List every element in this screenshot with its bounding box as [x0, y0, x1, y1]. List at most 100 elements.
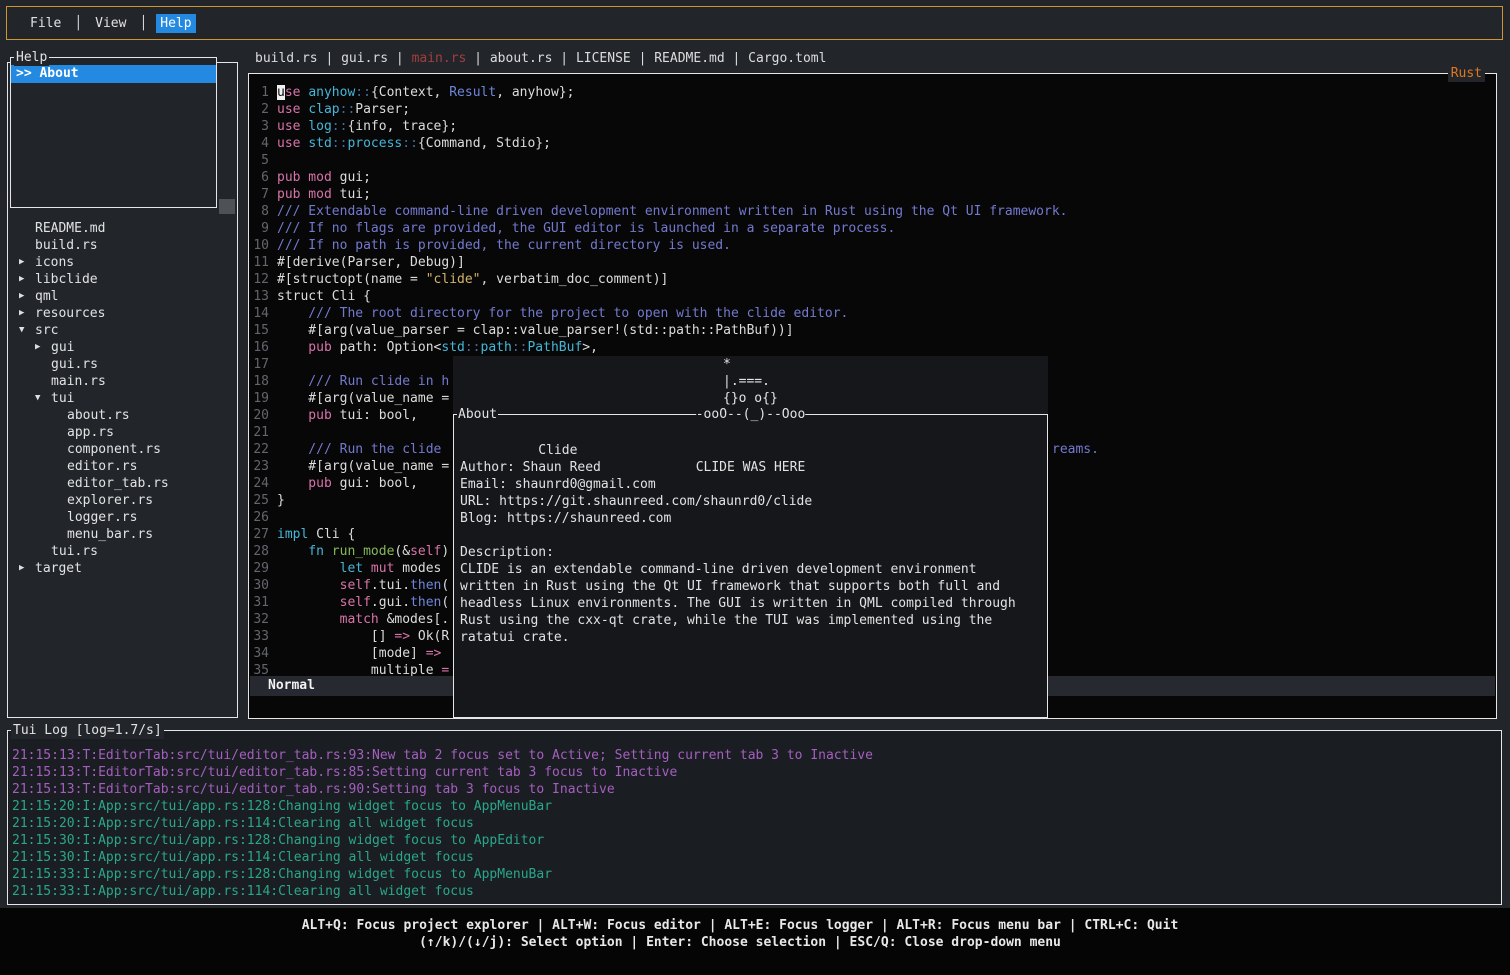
help-menu-item-about[interactable]: >> About [11, 65, 216, 83]
tab-license[interactable]: LICENSE [576, 51, 631, 66]
tab-build-rs[interactable]: build.rs [255, 51, 318, 66]
code-token: :: [332, 119, 348, 134]
code-token: pub [277, 340, 340, 355]
folder-closed-icon: ▶ [19, 288, 35, 305]
tree-item-explorer-rs[interactable]: explorer.rs [8, 492, 236, 509]
code-line: 14 /// The root directory for the projec… [250, 305, 1495, 322]
line-number: 33 [250, 628, 269, 645]
tab-cargo-toml[interactable]: Cargo.toml [748, 51, 826, 66]
tab-readme-md[interactable]: README.md [654, 51, 724, 66]
line-number: 34 [250, 645, 269, 662]
tree-item-about-rs[interactable]: about.rs [8, 407, 236, 424]
code-token: /// Extendable command-line driven devel… [277, 204, 1068, 219]
tree-item-main-rs[interactable]: main.rs [8, 373, 236, 390]
tree-item-app-rs[interactable]: app.rs [8, 424, 236, 441]
code-token: :: [340, 102, 356, 117]
about-text-line: ratatui crate. [454, 629, 1047, 646]
help-dropdown-items: >> About [11, 65, 216, 83]
tree-item-libclide[interactable]: ▶libclide [8, 271, 236, 288]
line-number: 1 [250, 84, 269, 101]
tree-item-label: app.rs [67, 424, 114, 441]
code-token: se [285, 85, 308, 100]
code-token: self [410, 544, 441, 559]
code-token: Ok(R [410, 629, 449, 644]
folder-closed-icon: ▶ [35, 339, 51, 356]
line-number: 30 [250, 577, 269, 594]
tree-item-tui-rs[interactable]: tui.rs [8, 543, 236, 560]
code-line: 16 pub path: Option<std::path::PathBuf>, [250, 339, 1495, 356]
tree-item-build-rs[interactable]: build.rs [8, 237, 236, 254]
line-number: 21 [250, 424, 269, 441]
tree-item-editor-rs[interactable]: editor.rs [8, 458, 236, 475]
code-line: 15 #[arg(value_parser = clap::value_pars… [250, 322, 1495, 339]
code-token: /// The root directory for the project t… [277, 306, 848, 321]
code-token: Result [449, 85, 496, 100]
tree-item-icons[interactable]: ▶icons [8, 254, 236, 271]
tab-gui-rs[interactable]: gui.rs [341, 51, 388, 66]
code-token: :: [355, 85, 371, 100]
code-token: #[structopt(name = [277, 272, 426, 287]
code-token: :: [332, 136, 348, 151]
text-cursor: u [277, 85, 285, 100]
code-token: :: [402, 136, 418, 151]
tab-about-rs[interactable]: about.rs [490, 51, 553, 66]
explorer-scrollbar-thumb[interactable] [219, 199, 235, 214]
log-entry: 21:15:13:T:EditorTab:src/tui/editor_tab.… [12, 764, 1500, 781]
menu-separator: │ [74, 15, 82, 32]
line-number: 18 [250, 373, 269, 390]
code-token: {Context, [371, 85, 449, 100]
tree-item-tui[interactable]: ▼tui [8, 390, 236, 407]
tree-item-label: target [35, 560, 82, 577]
tree-item-readme-md[interactable]: README.md [8, 220, 236, 237]
tab-main-rs[interactable]: main.rs [412, 51, 467, 66]
tree-item-component-rs[interactable]: component.rs [8, 441, 236, 458]
app-window: File│View│Help build.rs | gui.rs | main.… [0, 0, 1510, 975]
line-number: 3 [250, 118, 269, 135]
code-line: 11#[derive(Parser, Debug)] [250, 254, 1495, 271]
code-token: impl [277, 527, 316, 542]
status-bar: ALT+Q: Focus project explorer | ALT+W: F… [0, 908, 1510, 975]
code-token: , anyhow}; [496, 85, 574, 100]
tab-separator: | [631, 51, 654, 66]
tree-item-editor-tab-rs[interactable]: editor_tab.rs [8, 475, 236, 492]
code-token: match [277, 612, 387, 627]
about-ascii-art: * |.===. {}o o{} [723, 356, 778, 407]
code-token: struct Cli { [277, 289, 371, 304]
tree-item-gui-rs[interactable]: gui.rs [8, 356, 236, 373]
line-number: 5 [250, 152, 269, 169]
line-number: 15 [250, 322, 269, 339]
log-entry: 21:15:13:T:EditorTab:src/tui/editor_tab.… [12, 781, 1500, 798]
about-text-line: headless Linux environments. The GUI is … [454, 595, 1047, 612]
line-number: 11 [250, 254, 269, 271]
code-token: run_mode [332, 544, 395, 559]
line-number: 20 [250, 407, 269, 424]
about-text-line [454, 442, 1047, 459]
log-panel[interactable]: Tui Log [log=1.7/s] 21:15:13:T:EditorTab… [7, 730, 1502, 905]
tree-item-src[interactable]: ▼src [8, 322, 236, 339]
code-token: then [410, 595, 441, 610]
tree-item-gui[interactable]: ▶gui [8, 339, 236, 356]
tree-item-logger-rs[interactable]: logger.rs [8, 509, 236, 526]
code-token: anyhow [308, 85, 355, 100]
line-number: 29 [250, 560, 269, 577]
line-number: 6 [250, 169, 269, 186]
tree-item-target[interactable]: ▶target [8, 560, 236, 577]
tree-item-label: src [35, 322, 58, 339]
menu-bar: File│View│Help [6, 6, 1503, 40]
tab-separator: | [725, 51, 748, 66]
menu-item-view[interactable]: View [91, 14, 130, 33]
tree-item-qml[interactable]: ▶qml [8, 288, 236, 305]
folder-open-icon: ▼ [19, 322, 35, 339]
tree-item-menu-bar-rs[interactable]: menu_bar.rs [8, 526, 236, 543]
folder-open-icon: ▼ [35, 390, 51, 407]
tree-item-resources[interactable]: ▶resources [8, 305, 236, 322]
line-number: 27 [250, 526, 269, 543]
folder-closed-icon: ▶ [19, 305, 35, 322]
menu-item-help[interactable]: Help [156, 14, 195, 33]
menu-item-file[interactable]: File [26, 14, 65, 33]
code-token: &modes[. [387, 612, 450, 627]
line-number: 8 [250, 203, 269, 220]
about-text-line: written in Rust using the Qt UI framewor… [454, 578, 1047, 595]
tree-item-label: libclide [35, 271, 98, 288]
about-dialog-content: Clide CLIDE WAS HERE Author: Shaun ReedE… [454, 425, 1047, 646]
